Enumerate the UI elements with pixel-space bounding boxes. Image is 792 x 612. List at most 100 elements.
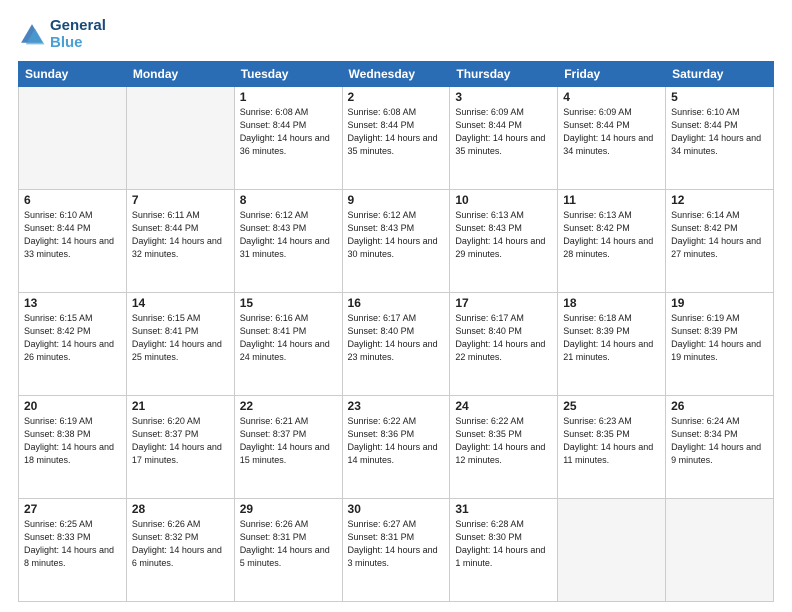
day-number: 20 xyxy=(24,399,121,413)
day-number: 28 xyxy=(132,502,229,516)
day-info: Sunrise: 6:19 AMSunset: 8:39 PMDaylight:… xyxy=(671,312,768,364)
logo-icon xyxy=(18,21,46,49)
calendar-cell: 10 Sunrise: 6:13 AMSunset: 8:43 PMDaylig… xyxy=(450,190,558,293)
calendar-cell xyxy=(126,87,234,190)
day-info: Sunrise: 6:20 AMSunset: 8:37 PMDaylight:… xyxy=(132,415,229,467)
calendar-cell: 17 Sunrise: 6:17 AMSunset: 8:40 PMDaylig… xyxy=(450,293,558,396)
day-number: 3 xyxy=(455,90,552,104)
calendar-table: SundayMondayTuesdayWednesdayThursdayFrid… xyxy=(18,61,774,602)
day-info: Sunrise: 6:10 AMSunset: 8:44 PMDaylight:… xyxy=(671,106,768,158)
logo: General Blue xyxy=(18,18,106,51)
day-number: 18 xyxy=(563,296,660,310)
day-number: 31 xyxy=(455,502,552,516)
header: General Blue xyxy=(18,18,774,51)
day-info: Sunrise: 6:11 AMSunset: 8:44 PMDaylight:… xyxy=(132,209,229,261)
calendar-cell: 16 Sunrise: 6:17 AMSunset: 8:40 PMDaylig… xyxy=(342,293,450,396)
day-number: 24 xyxy=(455,399,552,413)
day-info: Sunrise: 6:17 AMSunset: 8:40 PMDaylight:… xyxy=(455,312,552,364)
calendar-cell: 6 Sunrise: 6:10 AMSunset: 8:44 PMDayligh… xyxy=(19,190,127,293)
day-number: 4 xyxy=(563,90,660,104)
calendar-week-1: 1 Sunrise: 6:08 AMSunset: 8:44 PMDayligh… xyxy=(19,87,774,190)
day-info: Sunrise: 6:26 AMSunset: 8:32 PMDaylight:… xyxy=(132,518,229,570)
day-info: Sunrise: 6:28 AMSunset: 8:30 PMDaylight:… xyxy=(455,518,552,570)
page: General Blue SundayMondayTuesdayWednesda… xyxy=(0,0,792,612)
calendar-header-tuesday: Tuesday xyxy=(234,62,342,87)
calendar-header-friday: Friday xyxy=(558,62,666,87)
calendar-header-row: SundayMondayTuesdayWednesdayThursdayFrid… xyxy=(19,62,774,87)
calendar-cell: 3 Sunrise: 6:09 AMSunset: 8:44 PMDayligh… xyxy=(450,87,558,190)
calendar-cell: 27 Sunrise: 6:25 AMSunset: 8:33 PMDaylig… xyxy=(19,499,127,602)
logo-text: General Blue xyxy=(50,18,106,51)
day-info: Sunrise: 6:17 AMSunset: 8:40 PMDaylight:… xyxy=(348,312,445,364)
day-info: Sunrise: 6:16 AMSunset: 8:41 PMDaylight:… xyxy=(240,312,337,364)
day-info: Sunrise: 6:27 AMSunset: 8:31 PMDaylight:… xyxy=(348,518,445,570)
day-number: 15 xyxy=(240,296,337,310)
day-number: 23 xyxy=(348,399,445,413)
calendar-cell: 18 Sunrise: 6:18 AMSunset: 8:39 PMDaylig… xyxy=(558,293,666,396)
day-info: Sunrise: 6:24 AMSunset: 8:34 PMDaylight:… xyxy=(671,415,768,467)
calendar-week-3: 13 Sunrise: 6:15 AMSunset: 8:42 PMDaylig… xyxy=(19,293,774,396)
calendar-cell: 12 Sunrise: 6:14 AMSunset: 8:42 PMDaylig… xyxy=(666,190,774,293)
calendar-header-wednesday: Wednesday xyxy=(342,62,450,87)
day-info: Sunrise: 6:09 AMSunset: 8:44 PMDaylight:… xyxy=(455,106,552,158)
calendar-header-saturday: Saturday xyxy=(666,62,774,87)
day-number: 6 xyxy=(24,193,121,207)
calendar-cell: 19 Sunrise: 6:19 AMSunset: 8:39 PMDaylig… xyxy=(666,293,774,396)
day-number: 8 xyxy=(240,193,337,207)
calendar-header-thursday: Thursday xyxy=(450,62,558,87)
calendar-cell xyxy=(558,499,666,602)
day-info: Sunrise: 6:22 AMSunset: 8:35 PMDaylight:… xyxy=(455,415,552,467)
day-info: Sunrise: 6:13 AMSunset: 8:43 PMDaylight:… xyxy=(455,209,552,261)
calendar-cell xyxy=(666,499,774,602)
calendar-header-sunday: Sunday xyxy=(19,62,127,87)
day-number: 2 xyxy=(348,90,445,104)
day-info: Sunrise: 6:08 AMSunset: 8:44 PMDaylight:… xyxy=(348,106,445,158)
calendar-cell: 2 Sunrise: 6:08 AMSunset: 8:44 PMDayligh… xyxy=(342,87,450,190)
calendar-cell: 13 Sunrise: 6:15 AMSunset: 8:42 PMDaylig… xyxy=(19,293,127,396)
day-info: Sunrise: 6:12 AMSunset: 8:43 PMDaylight:… xyxy=(348,209,445,261)
day-info: Sunrise: 6:12 AMSunset: 8:43 PMDaylight:… xyxy=(240,209,337,261)
calendar-cell: 28 Sunrise: 6:26 AMSunset: 8:32 PMDaylig… xyxy=(126,499,234,602)
day-number: 11 xyxy=(563,193,660,207)
day-number: 7 xyxy=(132,193,229,207)
calendar-cell: 1 Sunrise: 6:08 AMSunset: 8:44 PMDayligh… xyxy=(234,87,342,190)
day-number: 19 xyxy=(671,296,768,310)
day-info: Sunrise: 6:14 AMSunset: 8:42 PMDaylight:… xyxy=(671,209,768,261)
day-number: 21 xyxy=(132,399,229,413)
day-number: 1 xyxy=(240,90,337,104)
calendar-cell: 23 Sunrise: 6:22 AMSunset: 8:36 PMDaylig… xyxy=(342,396,450,499)
calendar-cell: 11 Sunrise: 6:13 AMSunset: 8:42 PMDaylig… xyxy=(558,190,666,293)
calendar-cell: 22 Sunrise: 6:21 AMSunset: 8:37 PMDaylig… xyxy=(234,396,342,499)
calendar-cell: 29 Sunrise: 6:26 AMSunset: 8:31 PMDaylig… xyxy=(234,499,342,602)
calendar-cell: 25 Sunrise: 6:23 AMSunset: 8:35 PMDaylig… xyxy=(558,396,666,499)
day-number: 17 xyxy=(455,296,552,310)
day-info: Sunrise: 6:15 AMSunset: 8:42 PMDaylight:… xyxy=(24,312,121,364)
calendar-cell: 31 Sunrise: 6:28 AMSunset: 8:30 PMDaylig… xyxy=(450,499,558,602)
calendar-cell: 7 Sunrise: 6:11 AMSunset: 8:44 PMDayligh… xyxy=(126,190,234,293)
day-number: 16 xyxy=(348,296,445,310)
day-info: Sunrise: 6:21 AMSunset: 8:37 PMDaylight:… xyxy=(240,415,337,467)
calendar-cell: 20 Sunrise: 6:19 AMSunset: 8:38 PMDaylig… xyxy=(19,396,127,499)
calendar-header-monday: Monday xyxy=(126,62,234,87)
day-number: 25 xyxy=(563,399,660,413)
calendar-cell: 5 Sunrise: 6:10 AMSunset: 8:44 PMDayligh… xyxy=(666,87,774,190)
calendar-week-2: 6 Sunrise: 6:10 AMSunset: 8:44 PMDayligh… xyxy=(19,190,774,293)
day-info: Sunrise: 6:19 AMSunset: 8:38 PMDaylight:… xyxy=(24,415,121,467)
day-number: 22 xyxy=(240,399,337,413)
day-info: Sunrise: 6:08 AMSunset: 8:44 PMDaylight:… xyxy=(240,106,337,158)
calendar-week-4: 20 Sunrise: 6:19 AMSunset: 8:38 PMDaylig… xyxy=(19,396,774,499)
day-number: 29 xyxy=(240,502,337,516)
day-number: 27 xyxy=(24,502,121,516)
day-number: 30 xyxy=(348,502,445,516)
calendar-cell: 4 Sunrise: 6:09 AMSunset: 8:44 PMDayligh… xyxy=(558,87,666,190)
calendar-cell: 14 Sunrise: 6:15 AMSunset: 8:41 PMDaylig… xyxy=(126,293,234,396)
day-info: Sunrise: 6:23 AMSunset: 8:35 PMDaylight:… xyxy=(563,415,660,467)
calendar-cell: 8 Sunrise: 6:12 AMSunset: 8:43 PMDayligh… xyxy=(234,190,342,293)
day-info: Sunrise: 6:22 AMSunset: 8:36 PMDaylight:… xyxy=(348,415,445,467)
day-info: Sunrise: 6:15 AMSunset: 8:41 PMDaylight:… xyxy=(132,312,229,364)
day-number: 14 xyxy=(132,296,229,310)
calendar-cell: 24 Sunrise: 6:22 AMSunset: 8:35 PMDaylig… xyxy=(450,396,558,499)
day-number: 5 xyxy=(671,90,768,104)
calendar-week-5: 27 Sunrise: 6:25 AMSunset: 8:33 PMDaylig… xyxy=(19,499,774,602)
day-info: Sunrise: 6:10 AMSunset: 8:44 PMDaylight:… xyxy=(24,209,121,261)
